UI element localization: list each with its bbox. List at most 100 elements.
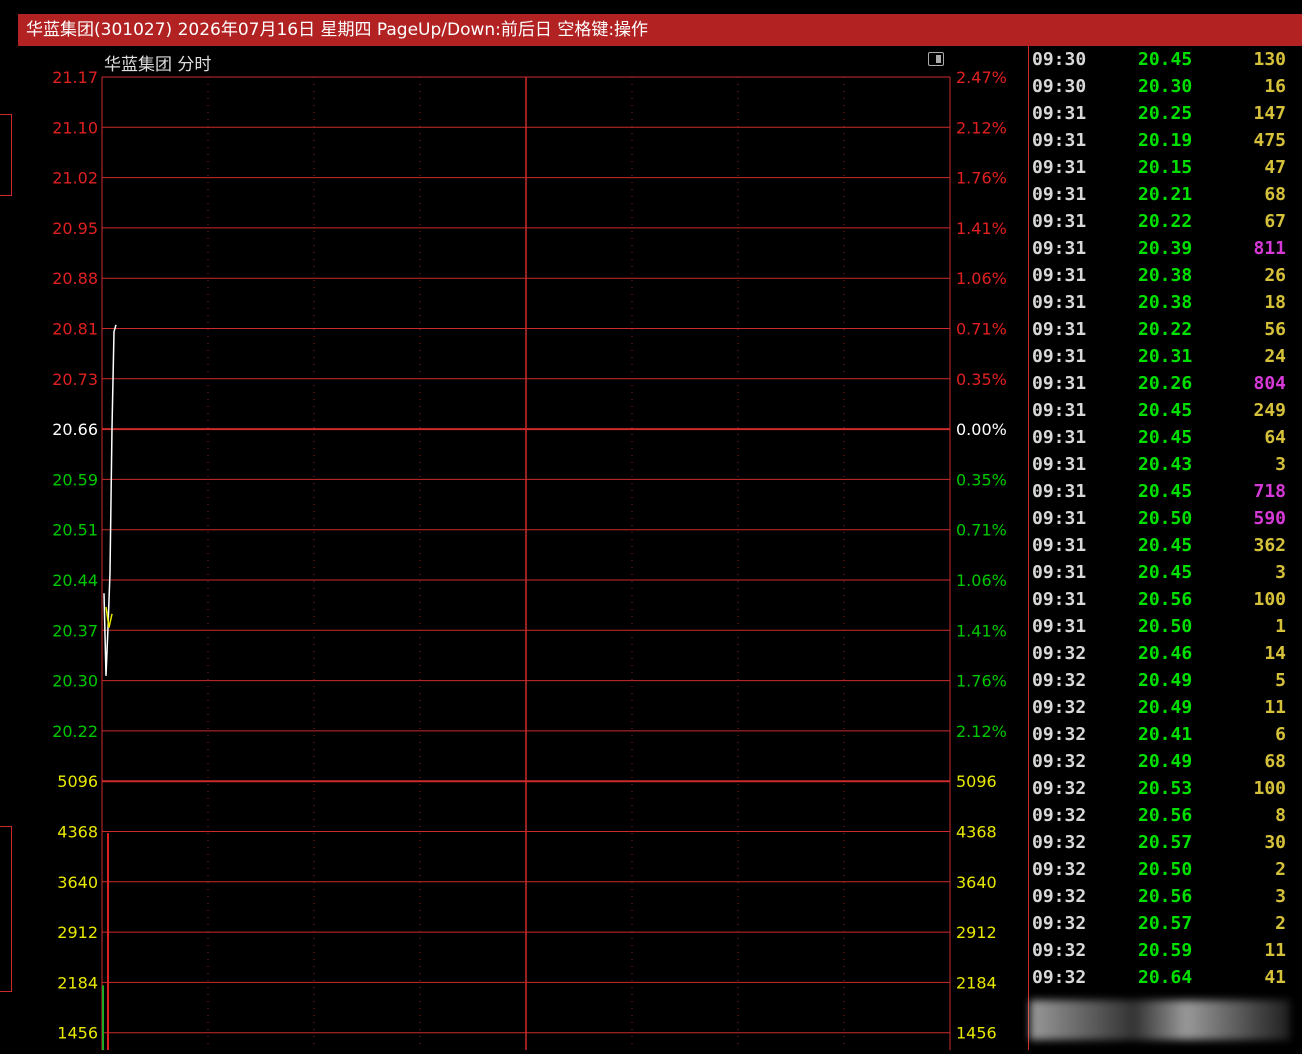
percent-axis-label: 1.41% — [956, 621, 1007, 640]
tick-volume: 26 — [1264, 265, 1286, 286]
tick-volume: 3 — [1275, 886, 1286, 907]
tick-volume: 475 — [1253, 130, 1286, 151]
tick-time: 09:31 — [1032, 184, 1087, 205]
tick-price: 20.21 — [1138, 184, 1193, 205]
tick-row[interactable]: 09:31 20.45 718 — [1028, 481, 1302, 508]
tick-time: 09:31 — [1032, 157, 1087, 178]
tick-row[interactable]: 09:32 20.49 5 — [1028, 670, 1302, 697]
tick-row[interactable]: 09:31 20.21 68 — [1028, 184, 1302, 211]
percent-axis-label: 1.41% — [956, 219, 1007, 238]
tick-price: 20.22 — [1138, 319, 1193, 340]
tick-row[interactable]: 09:32 20.57 2 — [1028, 913, 1302, 940]
tick-list[interactable]: 09:30 20.45 130 09:30 20.30 16 09:31 20.25 147 09… — [1028, 46, 1302, 1050]
tick-volume: 3 — [1275, 562, 1286, 583]
intraday-chart-canvas[interactable]: 21.17 2.47% 21.10 2.12% 21.02 1.76% 20.95 1.41%… — [18, 46, 1028, 1050]
tick-time: 09:31 — [1032, 265, 1087, 286]
tick-time: 09:31 — [1032, 238, 1087, 259]
price-axis-label: 20.81 — [52, 320, 98, 339]
tick-volume: 3 — [1275, 454, 1286, 475]
tick-price: 20.38 — [1138, 292, 1193, 313]
tick-price: 20.64 — [1138, 967, 1193, 988]
tick-time: 09:31 — [1032, 319, 1087, 340]
tick-time: 09:31 — [1032, 400, 1087, 421]
tick-volume: 249 — [1253, 400, 1286, 421]
tick-row[interactable]: 09:30 20.30 16 — [1028, 76, 1302, 103]
tick-row[interactable]: 09:32 20.46 14 — [1028, 643, 1302, 670]
tick-row[interactable]: 09:32 20.56 8 — [1028, 805, 1302, 832]
tick-volume: 2 — [1275, 913, 1286, 934]
tick-time: 09:31 — [1032, 481, 1087, 502]
tick-row[interactable]: 09:31 20.15 47 — [1028, 157, 1302, 184]
tick-row[interactable]: 09:31 20.31 24 — [1028, 346, 1302, 373]
price-axis-label: 20.59 — [52, 470, 98, 489]
tick-row[interactable]: 09:31 20.45 64 — [1028, 427, 1302, 454]
tick-price: 20.57 — [1138, 832, 1193, 853]
tick-row[interactable]: 09:31 20.39 811 — [1028, 238, 1302, 265]
tick-price: 20.56 — [1138, 589, 1193, 610]
tick-row[interactable]: 09:31 20.38 26 — [1028, 265, 1302, 292]
tick-time: 09:32 — [1032, 724, 1087, 745]
tick-row[interactable]: 09:32 20.50 2 — [1028, 859, 1302, 886]
tick-price: 20.50 — [1138, 859, 1193, 880]
tick-volume: 67 — [1264, 211, 1286, 232]
tick-price: 20.53 — [1138, 778, 1193, 799]
tick-row[interactable]: 09:32 20.49 68 — [1028, 751, 1302, 778]
volume-axis-label-left: 1456 — [57, 1024, 98, 1043]
volume-axis-label-left: 2912 — [57, 923, 98, 942]
tick-volume: 18 — [1264, 292, 1286, 313]
percent-axis-label: 2.12% — [956, 722, 1007, 741]
tick-row[interactable]: 09:31 20.45 362 — [1028, 535, 1302, 562]
tick-volume: 24 — [1264, 346, 1286, 367]
tick-volume: 14 — [1264, 643, 1286, 664]
tick-row[interactable]: 09:30 20.45 130 — [1028, 49, 1302, 76]
price-axis-label: 20.66 — [52, 420, 98, 439]
tick-row[interactable]: 09:31 20.22 67 — [1028, 211, 1302, 238]
tick-row[interactable]: 09:31 20.50 590 — [1028, 508, 1302, 535]
tick-price: 20.45 — [1138, 400, 1193, 421]
tick-row[interactable]: 09:31 20.19 475 — [1028, 130, 1302, 157]
tick-row[interactable]: 09:31 20.25 147 — [1028, 103, 1302, 130]
tick-volume: 1 — [1275, 616, 1286, 637]
tick-time: 09:31 — [1032, 535, 1087, 556]
tick-volume: 68 — [1264, 751, 1286, 772]
tick-price: 20.30 — [1138, 76, 1193, 97]
tick-time: 09:31 — [1032, 103, 1087, 124]
tick-row[interactable]: 09:31 20.45 3 — [1028, 562, 1302, 589]
tick-row[interactable]: 09:32 20.53 100 — [1028, 778, 1302, 805]
window-title-bar: 华蓝集团(301027) 2026年07月16日 星期四 PageUp/Down… — [18, 14, 1302, 46]
tick-price: 20.31 — [1138, 346, 1193, 367]
tick-row[interactable]: 09:31 20.56 100 — [1028, 589, 1302, 616]
price-axis-label: 20.22 — [52, 722, 98, 741]
percent-axis-label: 2.47% — [956, 68, 1007, 87]
tick-row[interactable]: 09:31 20.38 18 — [1028, 292, 1302, 319]
tick-row[interactable]: 09:32 20.64 41 — [1028, 967, 1302, 994]
toggle-panel-button[interactable] — [928, 52, 944, 66]
tick-volume: 130 — [1253, 49, 1286, 70]
tick-volume: 590 — [1253, 508, 1286, 529]
tick-row[interactable]: 09:32 20.41 6 — [1028, 724, 1302, 751]
tick-price: 20.38 — [1138, 265, 1193, 286]
tick-row[interactable]: 09:32 20.49 11 — [1028, 697, 1302, 724]
tick-row[interactable]: 09:31 20.22 56 — [1028, 319, 1302, 346]
tick-time: 09:31 — [1032, 346, 1087, 367]
tick-row[interactable]: 09:31 20.50 1 — [1028, 616, 1302, 643]
price-axis-label: 20.44 — [52, 571, 98, 590]
tick-row[interactable]: 09:32 20.56 3 — [1028, 886, 1302, 913]
tick-row[interactable]: 09:31 20.26 804 — [1028, 373, 1302, 400]
tick-row[interactable]: 09:31 20.45 249 — [1028, 400, 1302, 427]
tick-time: 09:31 — [1032, 616, 1087, 637]
tick-row[interactable]: 09:32 20.59 11 — [1028, 940, 1302, 967]
percent-axis-label: 1.06% — [956, 269, 1007, 288]
tick-row[interactable]: 09:31 20.43 3 — [1028, 454, 1302, 481]
volume-axis-label-right: 1456 — [956, 1024, 997, 1043]
percent-axis-label: 0.35% — [956, 370, 1007, 389]
tick-price: 20.45 — [1138, 481, 1193, 502]
tick-time: 09:31 — [1032, 562, 1087, 583]
tick-price: 20.45 — [1138, 427, 1193, 448]
tick-time: 09:32 — [1032, 670, 1087, 691]
tick-row[interactable]: 09:32 20.57 30 — [1028, 832, 1302, 859]
tick-price: 20.39 — [1138, 238, 1193, 259]
tick-volume: 64 — [1264, 427, 1286, 448]
tick-time: 09:32 — [1032, 913, 1087, 934]
intraday-chart[interactable]: 21.17 2.47% 21.10 2.12% 21.02 1.76% 20.95 1.41%… — [18, 46, 1028, 1050]
